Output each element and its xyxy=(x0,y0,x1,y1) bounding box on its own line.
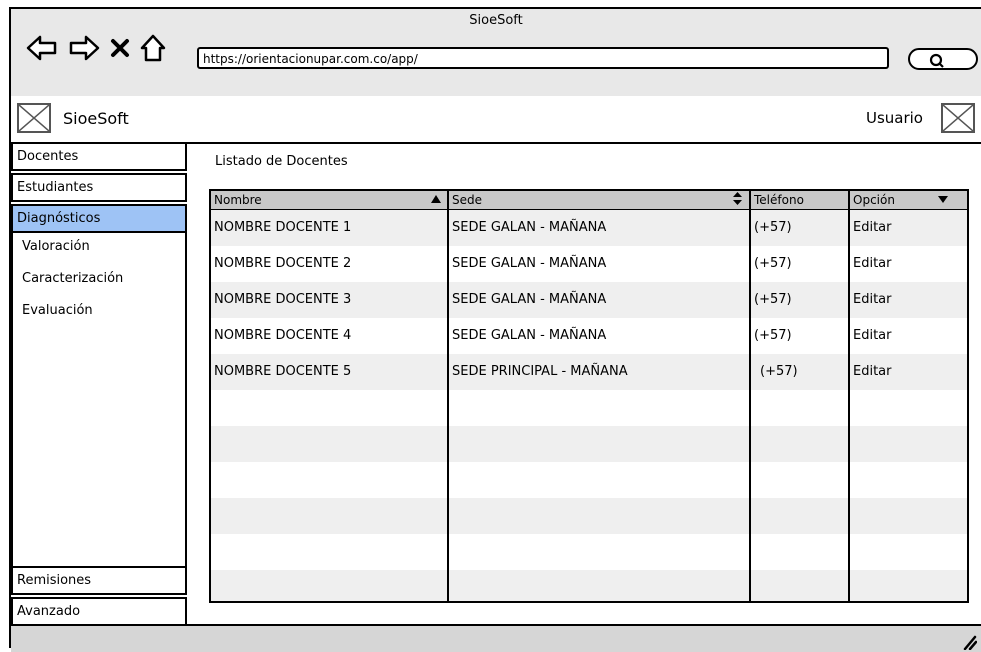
cell-sede: SEDE GALAN - MAÑANA xyxy=(452,328,607,343)
column-header-opcion[interactable]: Opción xyxy=(850,191,967,209)
cell-telefono: (+57) xyxy=(760,364,798,379)
sidebar-item-label: Remisiones xyxy=(17,573,92,588)
cell-nombre: NOMBRE DOCENTE 5 xyxy=(214,364,352,379)
sort-both-icon[interactable] xyxy=(733,192,742,205)
empty-row xyxy=(211,390,967,426)
chevron-down-icon[interactable] xyxy=(938,196,948,203)
cell-sede: SEDE PRINCIPAL - MAÑANA xyxy=(452,364,628,379)
edit-link[interactable]: Editar xyxy=(850,210,967,246)
column-header-label: Opción xyxy=(853,193,895,207)
empty-row xyxy=(211,570,967,601)
column-header-nombre[interactable]: Nombre xyxy=(211,191,447,209)
table-row[interactable]: NOMBRE DOCENTE 4 SEDE GALAN - MAÑANA (+5… xyxy=(211,318,967,354)
cell-nombre: NOMBRE DOCENTE 1 xyxy=(214,220,352,235)
user-label[interactable]: Usuario xyxy=(866,109,923,127)
cell-nombre: NOMBRE DOCENTE 4 xyxy=(214,328,352,343)
sort-ascending-icon[interactable] xyxy=(431,195,441,203)
window-title: SioeSoft xyxy=(469,13,523,28)
sidebar-subitem-caracterizacion[interactable]: Caracterización xyxy=(11,271,198,286)
edit-link[interactable]: Editar xyxy=(850,354,967,390)
table-header: Nombre Sede Teléfono Opción xyxy=(211,191,967,210)
sidebar: Docentes Estudiantes Diagnósticos Valora… xyxy=(11,142,188,626)
sidebar-item-avanzado[interactable]: Avanzado xyxy=(11,597,187,626)
sidebar-subitem-valoracion[interactable]: Valoración xyxy=(11,239,198,254)
cell-sede: SEDE GALAN - MAÑANA xyxy=(452,256,607,271)
home-icon[interactable] xyxy=(139,33,167,63)
sidebar-item-docentes[interactable]: Docentes xyxy=(11,142,187,171)
docentes-table: NOMBRE DOCENTE 1 SEDE GALAN - MAÑANA (+5… xyxy=(209,189,969,603)
table-row[interactable]: NOMBRE DOCENTE 1 SEDE GALAN - MAÑANA (+5… xyxy=(211,210,967,246)
logo-image-placeholder xyxy=(17,103,51,133)
empty-row xyxy=(211,534,967,570)
column-header-label: Sede xyxy=(452,193,482,207)
back-icon[interactable] xyxy=(25,31,59,65)
url-bar[interactable]: https://orientacionupar.com.co/app/ xyxy=(197,47,889,69)
sidebar-item-diagnosticos[interactable]: Diagnósticos xyxy=(11,204,187,233)
sidebar-item-label: Docentes xyxy=(17,149,79,164)
cell-telefono: (+57) xyxy=(754,292,792,307)
cell-sede: SEDE GALAN - MAÑANA xyxy=(452,292,607,307)
user-avatar[interactable] xyxy=(941,103,975,133)
edit-link[interactable]: Editar xyxy=(850,282,967,318)
sidebar-item-label: Diagnósticos xyxy=(17,211,101,226)
empty-row xyxy=(211,498,967,534)
cell-telefono: (+57) xyxy=(754,220,792,235)
browser-window: SioeSoft https://orientacionupar.com.co/… xyxy=(9,7,981,652)
sidebar-item-remisiones[interactable]: Remisiones xyxy=(11,566,187,595)
sidebar-item-estudiantes[interactable]: Estudiantes xyxy=(11,173,187,202)
nav-buttons xyxy=(25,31,167,65)
column-divider xyxy=(447,191,449,601)
table-row[interactable]: NOMBRE DOCENTE 2 SEDE GALAN - MAÑANA (+5… xyxy=(211,246,967,282)
sidebar-subitem-evaluacion[interactable]: Evaluación xyxy=(11,303,198,318)
column-header-label: Nombre xyxy=(214,193,262,207)
search-button[interactable] xyxy=(908,48,978,70)
cell-nombre: NOMBRE DOCENTE 2 xyxy=(214,256,352,271)
table-row[interactable]: NOMBRE DOCENTE 3 SEDE GALAN - MAÑANA (+5… xyxy=(211,282,967,318)
cell-sede: SEDE GALAN - MAÑANA xyxy=(452,220,607,235)
empty-row xyxy=(211,426,967,462)
page-title: Listado de Docentes xyxy=(215,154,348,169)
app-brand: SioeSoft xyxy=(63,109,129,128)
edit-link[interactable]: Editar xyxy=(850,318,967,354)
column-header-label: Teléfono xyxy=(754,193,804,207)
app-header: SioeSoft Usuario xyxy=(11,96,981,144)
image-placeholder-icon xyxy=(18,104,50,132)
edit-link[interactable]: Editar xyxy=(850,246,967,282)
search-icon xyxy=(929,53,944,68)
cell-nombre: NOMBRE DOCENTE 3 xyxy=(214,292,352,307)
column-divider xyxy=(848,191,850,601)
table-row[interactable]: NOMBRE DOCENTE 5 SEDE PRINCIPAL - MAÑANA… xyxy=(211,354,967,390)
image-placeholder-icon xyxy=(942,104,974,132)
column-header-telefono[interactable]: Teléfono xyxy=(751,191,848,209)
empty-row xyxy=(211,462,967,498)
stop-icon[interactable] xyxy=(109,37,131,59)
column-header-sede[interactable]: Sede xyxy=(449,191,749,209)
sidebar-item-label: Estudiantes xyxy=(17,180,94,195)
forward-icon[interactable] xyxy=(67,31,101,65)
cell-telefono: (+57) xyxy=(754,328,792,343)
browser-chrome: SioeSoft https://orientacionupar.com.co/… xyxy=(11,9,981,98)
cell-telefono: (+57) xyxy=(754,256,792,271)
sidebar-item-label: Avanzado xyxy=(17,604,81,619)
column-divider xyxy=(749,191,751,601)
